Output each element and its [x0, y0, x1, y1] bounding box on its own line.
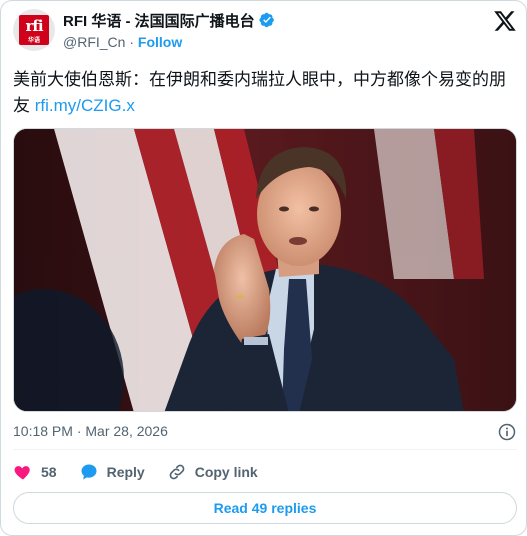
like-count: 58 — [41, 464, 57, 480]
read-replies-button[interactable]: Read 49 replies — [13, 492, 517, 524]
reply-bubble-icon — [81, 464, 97, 480]
action-bar: 58 Reply Copy link — [13, 461, 280, 483]
logo-subtext: 华语 — [27, 37, 40, 44]
avatar[interactable]: rfi 华语 — [13, 9, 55, 51]
copy-link-label: Copy link — [194, 464, 258, 480]
copy-link-button[interactable]: Copy link — [167, 462, 258, 482]
rfi-logo: rfi 华语 — [19, 15, 49, 45]
embedded-tweet-card: rfi 华语 RFI 华语 - 法国国际广播电台 @RFI_Cn · Follo… — [0, 0, 527, 536]
like-button[interactable]: 58 — [13, 462, 57, 482]
heart-icon — [14, 466, 30, 480]
tweet-timestamp[interactable]: 10:18 PM · Mar 28, 2026 — [13, 423, 168, 439]
photo-illustration — [14, 129, 516, 411]
info-icon[interactable] — [497, 422, 517, 442]
author-name-row: RFI 华语 - 法国国际广播电台 — [63, 10, 275, 31]
reply-label: Reply — [106, 464, 145, 480]
tweet-link[interactable]: rfi.my/CZIG.x — [35, 96, 135, 115]
display-name[interactable]: RFI 华语 - 法国国际广播电台 — [63, 10, 255, 31]
reply-button[interactable]: Reply — [79, 462, 145, 482]
verified-badge-icon — [259, 12, 274, 28]
separator: · — [129, 34, 135, 50]
handle-row: @RFI_Cn · Follow — [63, 34, 182, 50]
tweet-text: 美前大使伯恩斯：在伊朗和委内瑞拉人眼中，中方都像个易变的朋友 rfi.my/CZ… — [13, 67, 519, 119]
link-icon — [169, 464, 185, 480]
divider — [13, 449, 517, 450]
follow-button[interactable]: Follow — [138, 34, 182, 50]
logo-text: rfi — [25, 17, 43, 35]
tweet-photo[interactable] — [13, 128, 517, 412]
handle[interactable]: @RFI_Cn — [63, 34, 125, 50]
x-logo-icon[interactable] — [493, 9, 517, 33]
